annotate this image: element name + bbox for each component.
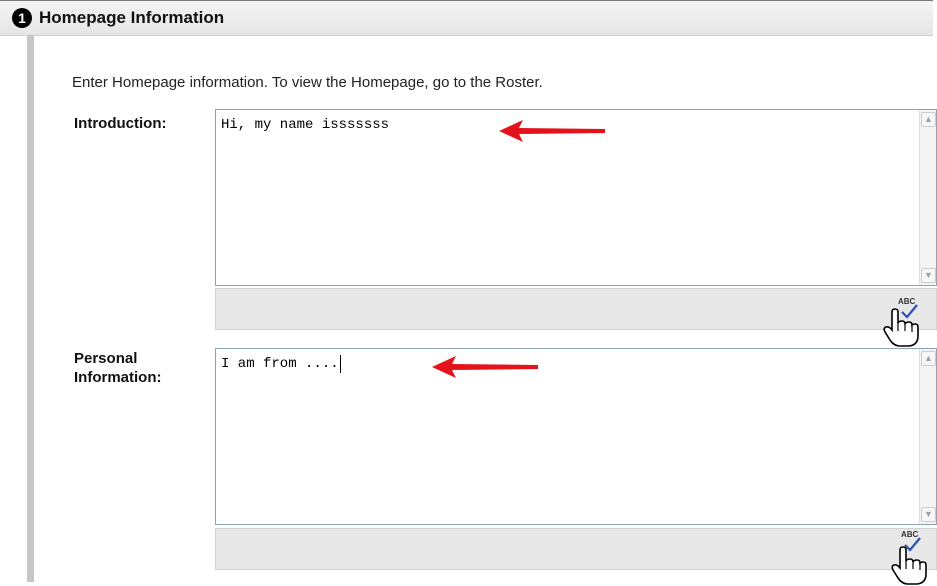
- scroll-up-icon[interactable]: ▲: [921, 112, 936, 127]
- introduction-text: Hi, my name isssssss: [221, 117, 390, 133]
- introduction-scrollbar[interactable]: ▲ ▼: [919, 110, 936, 285]
- hand-pointer-icon: [883, 308, 919, 347]
- red-arrow-annotation: [432, 356, 538, 378]
- personal-info-text: I am from ....: [221, 355, 341, 373]
- instructions-text: Enter Homepage information. To view the …: [72, 74, 543, 91]
- introduction-toolbar: ABC: [215, 288, 937, 330]
- scroll-down-icon[interactable]: ▼: [921, 507, 936, 522]
- scroll-up-icon[interactable]: ▲: [921, 351, 936, 366]
- step-number-badge: 1: [12, 8, 32, 28]
- personal-info-label-line2: Information:: [74, 369, 162, 386]
- section-left-rule: [27, 35, 34, 582]
- text-caret: [339, 355, 341, 373]
- personal-info-toolbar: ABC: [215, 528, 937, 570]
- hand-pointer-icon: [891, 546, 927, 585]
- personal-info-value: I am from ....: [221, 356, 339, 372]
- introduction-label: Introduction:: [74, 115, 167, 132]
- scroll-down-icon[interactable]: ▼: [921, 268, 936, 283]
- personal-info-label-line1: Personal: [74, 350, 138, 367]
- section-header: 1 Homepage Information: [0, 0, 933, 36]
- section-title: Homepage Information: [39, 8, 225, 27]
- personal-info-textarea[interactable]: I am from .... ▲ ▼: [215, 348, 937, 525]
- personal-info-scrollbar[interactable]: ▲ ▼: [919, 349, 936, 524]
- red-arrow-annotation: [499, 120, 605, 142]
